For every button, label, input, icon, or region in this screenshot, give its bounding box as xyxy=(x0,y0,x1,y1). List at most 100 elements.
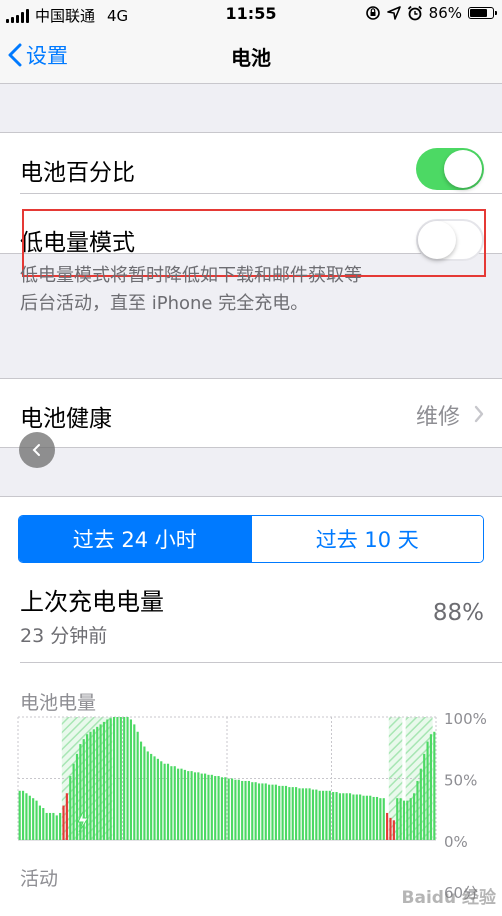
battery-level-bar xyxy=(311,789,315,840)
battery-level-bar xyxy=(251,782,254,840)
battery-level-bar xyxy=(274,784,277,840)
battery-level-bar xyxy=(99,724,102,840)
battery-level-bar xyxy=(369,795,372,840)
segment-last-10-days[interactable]: 过去 10 天 xyxy=(250,516,483,562)
battery-health-row[interactable]: 电池健康 维修 xyxy=(0,378,502,448)
time-range-segmented-control[interactable]: 过去 24 小时 过去 10 天 xyxy=(18,515,484,563)
battery-level-bar xyxy=(342,793,345,840)
battery-level-bar xyxy=(45,812,48,840)
last-charge-time: 23 分钟前 xyxy=(20,625,108,647)
battery-level-bar xyxy=(217,776,220,840)
battery-level-bar xyxy=(257,783,261,840)
battery-level-bar xyxy=(305,788,308,840)
battery-level-bar xyxy=(28,795,31,840)
battery-level-bar xyxy=(163,763,166,840)
battery-level-bar xyxy=(224,777,227,840)
battery-level-bar xyxy=(423,753,426,840)
battery-level-bar xyxy=(247,780,250,840)
battery-level-bar xyxy=(244,780,247,840)
battery-level-bar xyxy=(291,787,294,840)
chevron-right-icon xyxy=(474,405,484,423)
rotation-lock-icon xyxy=(365,6,380,20)
battery-level-bar xyxy=(86,734,89,840)
battery-percentage-label: 电池百分比 xyxy=(20,160,135,186)
battery-level-bar xyxy=(197,772,200,840)
y-tick-label: 0% xyxy=(444,833,468,850)
battery-level-bar xyxy=(42,808,45,840)
battery-level-bar xyxy=(170,766,173,840)
page-title: 电池 xyxy=(231,46,271,70)
battery-level-bar xyxy=(413,793,416,840)
battery-level-bar xyxy=(321,790,325,840)
battery-level-chart: 100% 50% 0% xyxy=(17,710,487,850)
battery-level-bar xyxy=(112,717,116,840)
battery-level-bar xyxy=(116,717,119,840)
battery-level-bar xyxy=(298,788,301,840)
battery-level-bar xyxy=(261,783,264,840)
battery-level-bar xyxy=(352,794,355,840)
y-tick-label: 100% xyxy=(444,710,487,728)
battery-level-bar xyxy=(92,729,95,840)
battery-level-bar xyxy=(332,792,335,840)
battery-level-bar xyxy=(180,768,183,840)
battery-level-bar xyxy=(338,793,342,840)
battery-level-bar xyxy=(183,769,186,840)
battery-level-bar xyxy=(345,793,348,840)
battery-level-bar xyxy=(335,792,338,840)
battery-level-bar xyxy=(419,768,422,840)
battery-level-bar xyxy=(52,812,55,840)
battery-level-bar xyxy=(25,793,28,840)
battery-level-bar xyxy=(146,751,149,840)
battery-level-bar xyxy=(328,790,331,840)
battery-level-bar xyxy=(278,785,281,840)
battery-level-bar xyxy=(210,774,213,840)
battery-level-bar xyxy=(72,763,75,840)
battery-level-bar xyxy=(318,790,321,840)
low-power-mode-footnote: 低电量模式将暂时降低如下载和邮件获取等 后台活动，直至 iPhone 完全充电。 xyxy=(20,262,480,318)
battery-level-bar xyxy=(173,766,176,840)
battery-level-bar xyxy=(355,794,358,840)
battery-level-bar xyxy=(396,798,399,840)
battery-level-bar xyxy=(348,793,352,840)
battery-level-bar xyxy=(227,778,230,840)
battery-health-value: 维修 xyxy=(415,405,460,430)
battery-level-bar xyxy=(207,774,210,840)
section-separator xyxy=(20,662,502,663)
battery-level-bar xyxy=(166,763,170,840)
battery-level-bar xyxy=(254,782,257,840)
battery-level-bar xyxy=(156,758,159,840)
battery-level-bar xyxy=(416,780,419,840)
battery-level-bar xyxy=(106,719,109,840)
battery-icon xyxy=(468,7,497,19)
battery-level-bar xyxy=(392,820,395,840)
cell-separator xyxy=(20,193,502,194)
battery-level-bar xyxy=(365,795,368,840)
battery-level-bar xyxy=(409,798,412,840)
battery-level-bar xyxy=(143,746,146,840)
battery-level-bar xyxy=(59,812,62,840)
battery-level-bar xyxy=(406,800,409,840)
y-tick-label: 50% xyxy=(444,772,477,790)
status-bar: 中国联通 4G 11:55 86% xyxy=(0,0,502,28)
battery-percentage-toggle[interactable] xyxy=(416,148,484,190)
battery-level-bar xyxy=(193,772,197,840)
battery-level-bar xyxy=(362,795,365,840)
battery-level-bar xyxy=(190,771,193,840)
battery-level-bar xyxy=(89,731,92,840)
battery-level-bar xyxy=(123,717,126,840)
battery-health-label: 电池健康 xyxy=(20,406,112,432)
battery-level-bar xyxy=(281,785,284,840)
last-charge-title: 上次充电电量 xyxy=(20,588,164,616)
battery-level-bar xyxy=(284,785,288,840)
battery-level-bar xyxy=(379,798,382,840)
battery-level-bar xyxy=(38,805,41,840)
battery-level-bar xyxy=(150,753,153,840)
battery-level-bar xyxy=(429,734,433,840)
battery-level-bar xyxy=(62,805,65,840)
battery-level-bar xyxy=(234,779,237,840)
battery-level-bar xyxy=(220,777,224,840)
battery-level-bar xyxy=(48,812,52,840)
segment-last-24-hours[interactable]: 过去 24 小时 xyxy=(19,516,251,562)
floating-back-button[interactable] xyxy=(19,432,55,468)
battery-level-bar xyxy=(75,753,79,840)
